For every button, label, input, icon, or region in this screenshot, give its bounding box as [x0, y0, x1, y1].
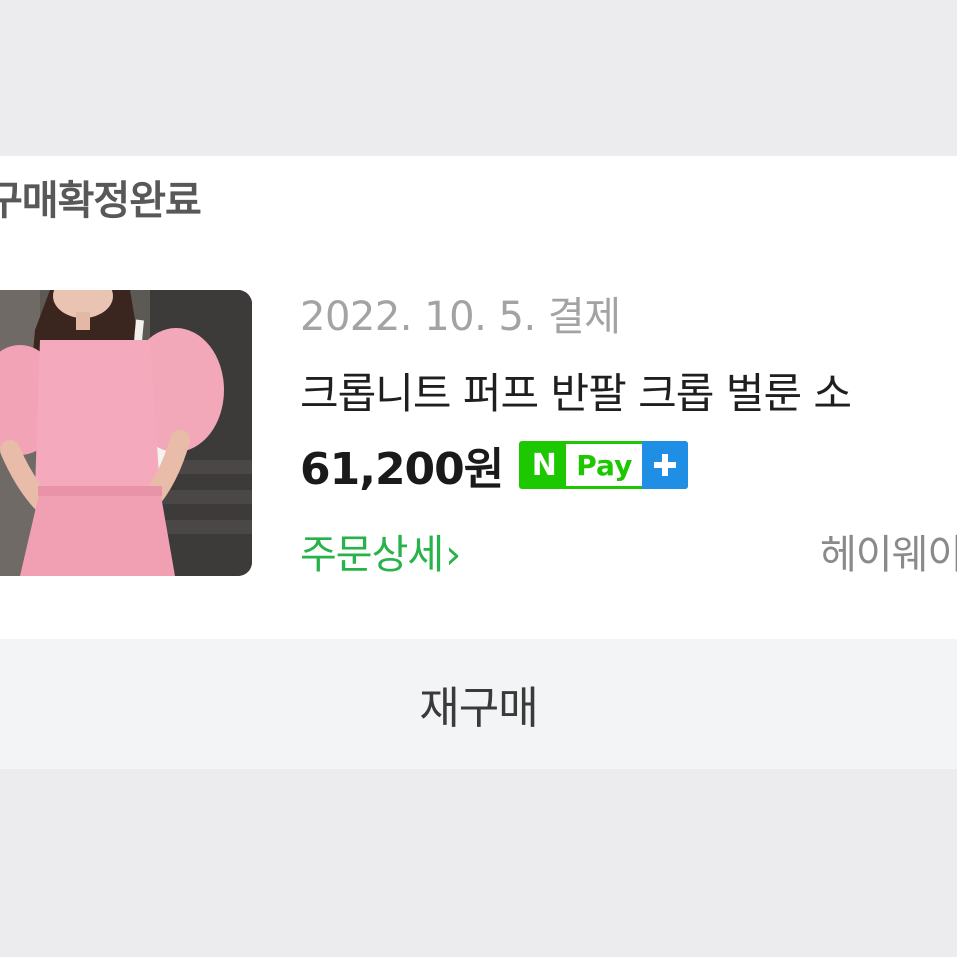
product-thumbnail[interactable] — [0, 290, 252, 576]
npay-pay-label: Pay — [576, 448, 633, 482]
npay-plus-badge: N Pay — [519, 441, 689, 489]
product-price: 61,200원 — [300, 444, 504, 495]
rebuy-button[interactable]: 재구매 — [0, 639, 957, 769]
price-row: 61,200원 N Pay — [300, 438, 689, 495]
payment-date: 2022. 10. 5. 결제 — [300, 294, 621, 340]
seller-name[interactable]: 헤이웨이 — [820, 522, 957, 580]
product-name[interactable]: 크롭니트 퍼프 반팔 크롭 벌룬 소 — [300, 360, 852, 421]
plus-icon — [642, 441, 689, 489]
chevron-right-icon: › — [445, 532, 461, 578]
order-card: 구매확정완료 2022. 10. 5. 결제 크롭니트 퍼프 반팔 크롭 벌룬 … — [0, 156, 957, 639]
npay-n-logo: N — [522, 444, 567, 486]
order-status: 구매확정완료 — [0, 178, 202, 224]
product-photo-icon — [0, 290, 252, 576]
order-detail-label: 주문상세 — [300, 532, 444, 578]
order-detail-link[interactable]: 주문상세› — [300, 522, 461, 580]
